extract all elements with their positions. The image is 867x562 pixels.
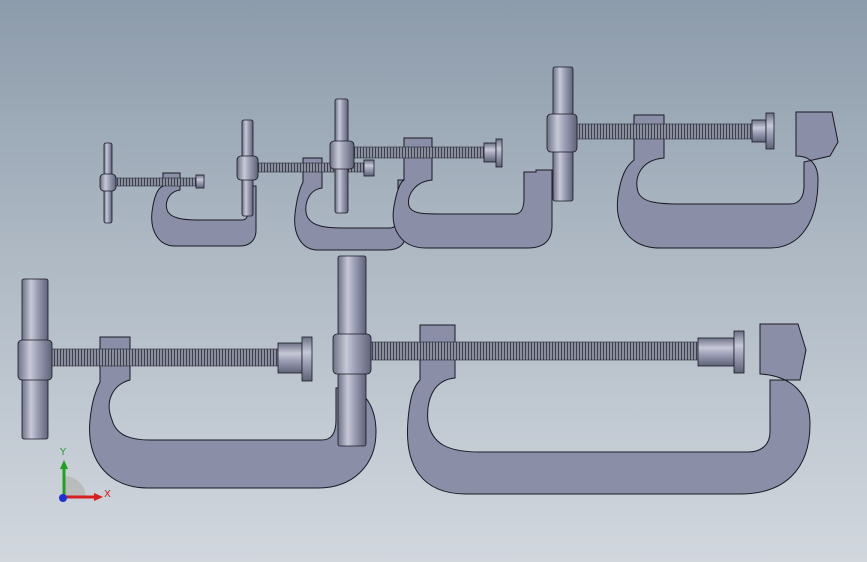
handle-hub bbox=[329, 140, 355, 170]
screw-pad bbox=[483, 142, 497, 163]
screw-pad bbox=[697, 337, 735, 367]
c-clamp-4[interactable] bbox=[546, 66, 839, 249]
screw-pad bbox=[277, 342, 303, 374]
screw-pad-flange bbox=[765, 112, 775, 150]
handle-hub bbox=[546, 113, 578, 153]
screw-thread bbox=[353, 146, 487, 159]
x-axis-arrowhead bbox=[94, 493, 103, 501]
handle-hub bbox=[332, 333, 372, 375]
screw-pad-flange bbox=[301, 336, 313, 382]
handle-hub bbox=[99, 173, 117, 192]
c-clamp-1[interactable] bbox=[99, 142, 257, 247]
c-clamp-3[interactable] bbox=[329, 98, 553, 249]
y-axis-arrowhead bbox=[60, 460, 68, 469]
handle-hub bbox=[17, 339, 53, 381]
c-clamp-5[interactable] bbox=[17, 278, 377, 489]
x-axis-label: X bbox=[104, 489, 111, 500]
screw-pad bbox=[363, 159, 375, 177]
screw-thread bbox=[113, 177, 197, 187]
screw-thread bbox=[365, 341, 699, 361]
screw-pad-flange bbox=[733, 330, 745, 374]
triad-plane-shade bbox=[64, 476, 86, 498]
z-axis-point bbox=[59, 494, 67, 502]
screw-pad bbox=[195, 174, 205, 189]
screw-pad-flange bbox=[495, 138, 503, 168]
screw-thread bbox=[49, 348, 279, 367]
graphics-viewport[interactable]: Y X bbox=[0, 0, 867, 562]
handle-hub bbox=[236, 155, 259, 181]
c-clamp-2[interactable] bbox=[236, 119, 407, 251]
screw-thread bbox=[573, 123, 753, 140]
c-clamp-assembly-view[interactable]: Y X bbox=[0, 0, 867, 562]
y-axis-label: Y bbox=[59, 447, 67, 458]
screw-pad bbox=[751, 119, 767, 143]
c-clamp-6[interactable] bbox=[332, 255, 811, 495]
